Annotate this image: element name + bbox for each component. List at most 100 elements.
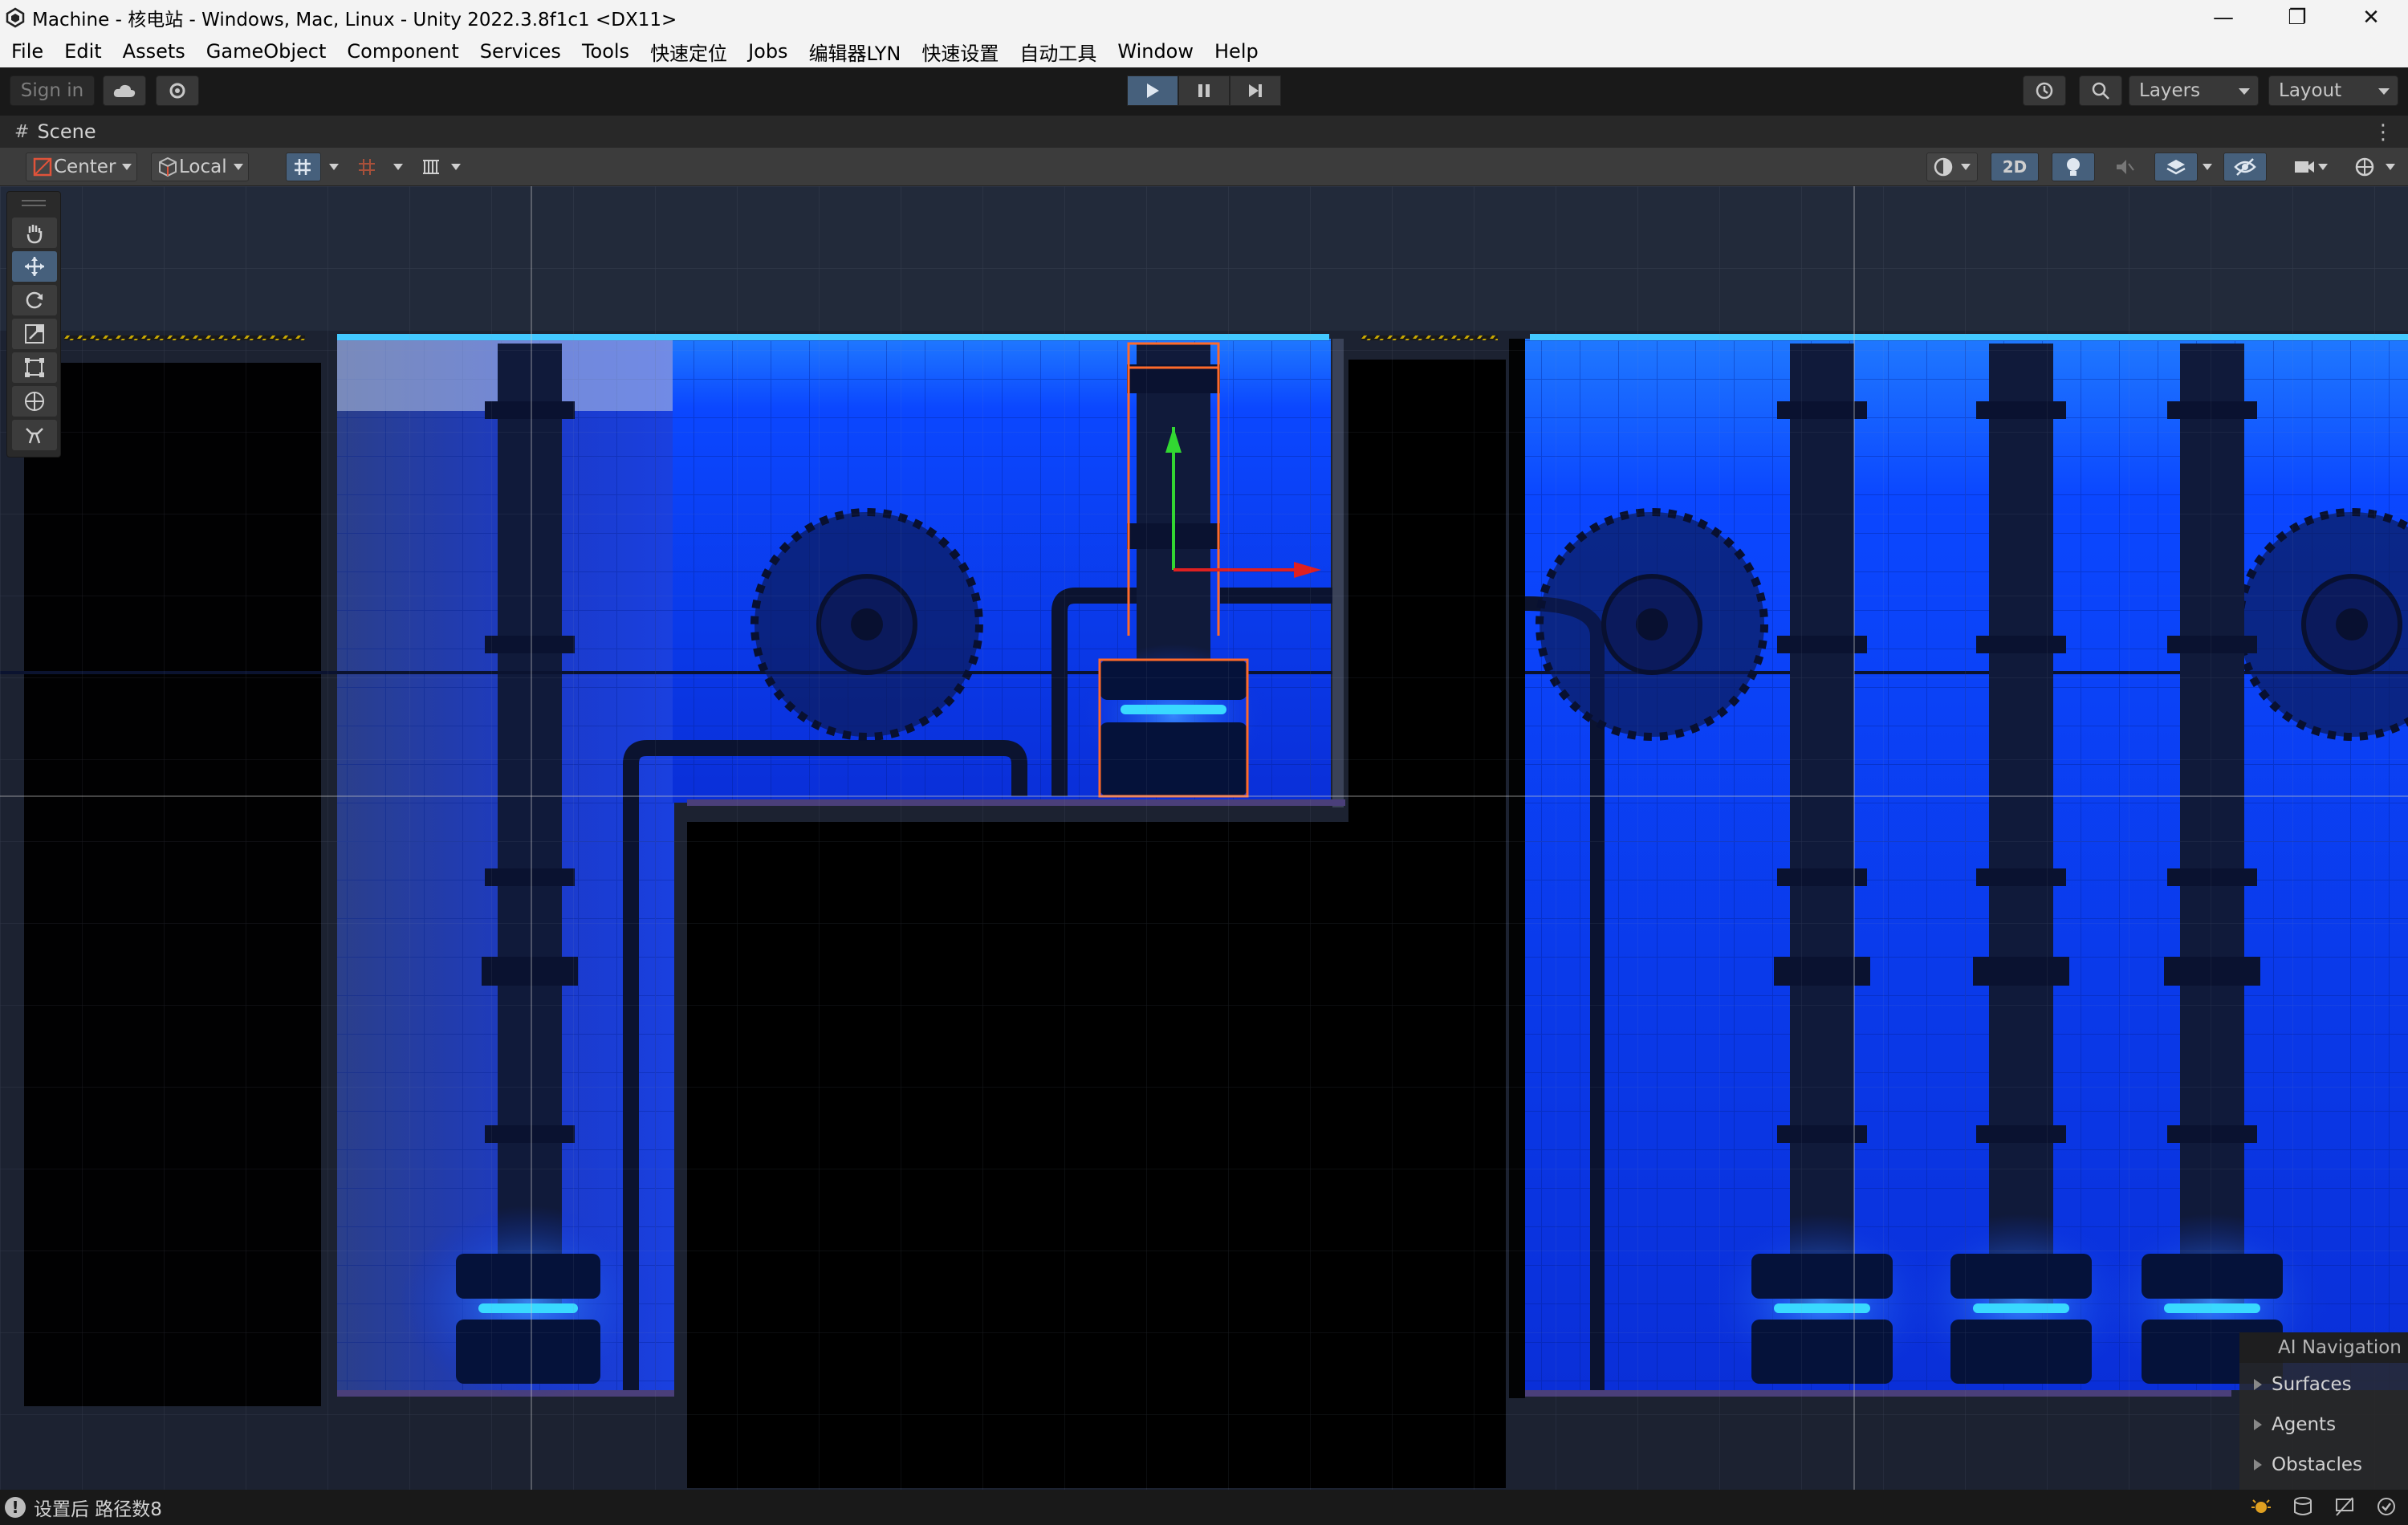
minimize-icon[interactable]: —: [2186, 0, 2260, 35]
scene-toolbar: Center Local 2D: [0, 148, 2408, 186]
grid-snap-icon: [295, 159, 311, 175]
transform-tool-button[interactable]: [12, 386, 57, 417]
gizmos-button[interactable]: [2347, 152, 2382, 181]
cloud-button[interactable]: [103, 75, 146, 106]
ai-nav-surfaces-label: Surfaces: [2272, 1374, 2352, 1395]
collab-button[interactable]: [156, 75, 199, 106]
scene-audio-button[interactable]: [2106, 152, 2143, 181]
close-icon[interactable]: ✕: [2334, 0, 2408, 35]
custom-tool-button[interactable]: [12, 420, 57, 450]
cache-server-icon[interactable]: [2291, 1494, 2315, 1519]
scene-grid-icon: #: [14, 121, 30, 142]
menu-help[interactable]: Help: [1204, 40, 1269, 63]
sign-in-button[interactable]: Sign in: [10, 75, 95, 106]
rect-transform-icon: [25, 358, 44, 377]
rect-tool-button[interactable]: [12, 352, 57, 383]
unity-logo-icon: [6, 7, 25, 28]
menu-services[interactable]: Services: [470, 40, 571, 63]
check-status-icon[interactable]: [2374, 1494, 2398, 1519]
menu-auto-tools[interactable]: 自动工具: [1009, 38, 1107, 66]
camera-icon: [2295, 161, 2314, 173]
menu-tools[interactable]: Tools: [571, 40, 640, 63]
step-button[interactable]: [1230, 75, 1281, 106]
step-icon: [1249, 84, 1262, 97]
scene-effects-button[interactable]: [2154, 152, 2198, 181]
menu-jobs[interactable]: Jobs: [738, 40, 799, 63]
status-message[interactable]: 设置后 路径数8: [34, 1494, 162, 1521]
pivot-rotation-label: Local: [179, 157, 227, 177]
chevron-down-icon: [122, 164, 132, 170]
scene-lighting-button[interactable]: [2052, 152, 2095, 181]
pivot-center-icon: [33, 157, 52, 177]
draw-mode-dropdown[interactable]: [1926, 152, 1978, 181]
chevron-down-icon[interactable]: [393, 164, 403, 170]
more-options-icon[interactable]: ⋮: [2373, 120, 2394, 144]
hand-tool-button[interactable]: [12, 218, 57, 248]
layers-dropdown[interactable]: Layers: [2129, 75, 2259, 106]
history-icon: [2036, 82, 2053, 100]
chevron-down-icon: [233, 164, 243, 170]
menu-quick-settings[interactable]: 快速设置: [911, 38, 1009, 66]
chevron-down-icon: [1961, 164, 1971, 170]
tool-palette: [6, 191, 61, 458]
eye-hidden-icon: [2234, 158, 2256, 176]
main-toolbar: Sign in Layers Layout: [0, 67, 2408, 116]
transform-combo-icon: [25, 392, 44, 411]
restore-icon[interactable]: ❐: [2260, 0, 2334, 35]
scale-tool-button[interactable]: [12, 319, 57, 349]
pause-button[interactable]: [1178, 75, 1230, 106]
title-bar: Machine - 核电站 - Windows, Mac, Linux - Un…: [0, 0, 2408, 35]
network-off-icon[interactable]: [2333, 1494, 2357, 1519]
menu-editor-lyn[interactable]: 编辑器LYN: [799, 38, 912, 66]
cloud-icon: [113, 84, 136, 97]
ai-nav-obstacles-label: Obstacles: [2272, 1454, 2362, 1475]
palette-grip[interactable]: [22, 200, 46, 201]
pivot-rotation-dropdown[interactable]: Local: [151, 152, 249, 181]
search-icon: [2092, 82, 2109, 100]
chevron-down-icon[interactable]: [329, 164, 339, 170]
grid-visibility-button[interactable]: [414, 152, 449, 181]
scene-viewport[interactable]: [0, 186, 2408, 1490]
menu-window[interactable]: Window: [1107, 40, 1204, 63]
ai-nav-agents[interactable]: Agents: [2254, 1414, 2336, 1435]
rotate-tool-button[interactable]: [12, 285, 57, 315]
grid-snapping-button[interactable]: [286, 152, 321, 181]
layout-dropdown[interactable]: Layout: [2268, 75, 2398, 106]
ai-nav-obstacles[interactable]: Obstacles: [2254, 1454, 2362, 1475]
scene-view-canvas[interactable]: [0, 186, 2408, 1490]
menu-quick-locate[interactable]: 快速定位: [640, 38, 738, 66]
chevron-down-icon[interactable]: [2203, 164, 2212, 170]
move-arrows-icon: [25, 257, 44, 276]
chevron-down-icon[interactable]: [2386, 164, 2395, 170]
incremental-snap-button[interactable]: [350, 152, 385, 181]
menu-edit[interactable]: Edit: [54, 40, 112, 63]
scene-visibility-button[interactable]: [2223, 152, 2267, 181]
scene-tab-label: Scene: [37, 120, 96, 143]
chevron-down-icon[interactable]: [451, 164, 461, 170]
pivot-mode-dropdown[interactable]: Center: [26, 152, 138, 181]
undo-history-button[interactable]: [2023, 75, 2066, 106]
layout-dropdown-label: Layout: [2279, 80, 2342, 101]
ai-nav-surfaces[interactable]: Surfaces: [2254, 1374, 2352, 1395]
expand-arrow-icon: [2254, 1379, 2262, 1390]
scene-tab[interactable]: # Scene ⋮: [0, 116, 2408, 148]
menu-component[interactable]: Component: [336, 40, 469, 63]
chevron-down-icon[interactable]: [2318, 164, 2328, 170]
play-button[interactable]: [1127, 75, 1178, 106]
debug-bug-icon[interactable]: [2249, 1494, 2273, 1519]
menu-bar: File Edit Assets GameObject Component Se…: [0, 35, 2408, 67]
menu-file[interactable]: File: [0, 40, 54, 63]
ai-navigation-title[interactable]: AI Navigation: [2239, 1332, 2408, 1363]
toggle-2d-button[interactable]: 2D: [1991, 152, 2039, 181]
settings-gear-icon: [169, 83, 185, 99]
move-tool-button[interactable]: [12, 251, 57, 282]
window-title: Machine - 核电站 - Windows, Mac, Linux - Un…: [32, 10, 677, 31]
info-icon: !: [5, 1497, 26, 1518]
menu-gameobject[interactable]: GameObject: [196, 40, 337, 63]
grid-ruler-icon: [423, 160, 439, 174]
pause-icon: [1198, 84, 1210, 97]
search-button[interactable]: [2079, 75, 2122, 106]
chevron-down-icon: [2378, 88, 2390, 95]
status-bar: ! 设置后 路径数8: [0, 1490, 2408, 1525]
menu-assets[interactable]: Assets: [112, 40, 196, 63]
